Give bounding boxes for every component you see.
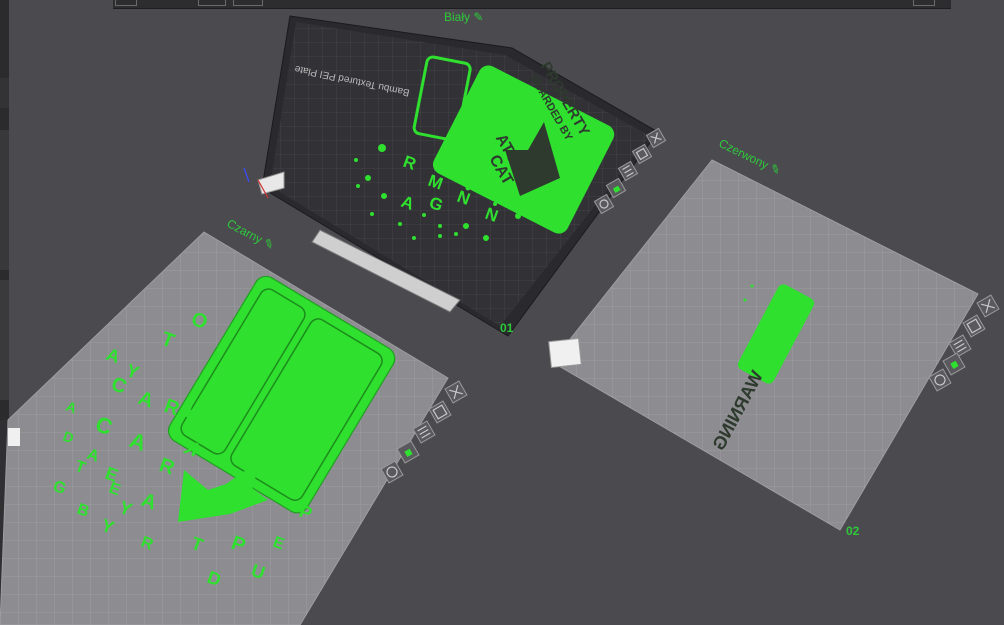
plate-origin-marker (8, 428, 20, 446)
plate-number-01: 01 (500, 321, 514, 335)
plate-number-02: 02 (846, 524, 860, 538)
arrange-icon[interactable] (962, 314, 986, 338)
plate-01[interactable]: Bambu Textured PEI Plate PROPERTY GUARDE… (243, 10, 659, 337)
filament-label-top[interactable]: Biały ✎ (444, 10, 483, 24)
filament-label-left[interactable]: Czarny ✎ (225, 216, 277, 252)
plate-czarny[interactable]: O T A Y C A R K A C A K D A E R T E Y A … (0, 216, 449, 625)
lock-icon[interactable] (942, 352, 966, 376)
plate-origin-marker (548, 337, 582, 369)
close-icon[interactable] (444, 380, 468, 404)
3d-viewport[interactable]: Bambu Textured PEI Plate PROPERTY GUARDE… (0, 0, 1004, 625)
close-icon[interactable] (976, 294, 1000, 318)
